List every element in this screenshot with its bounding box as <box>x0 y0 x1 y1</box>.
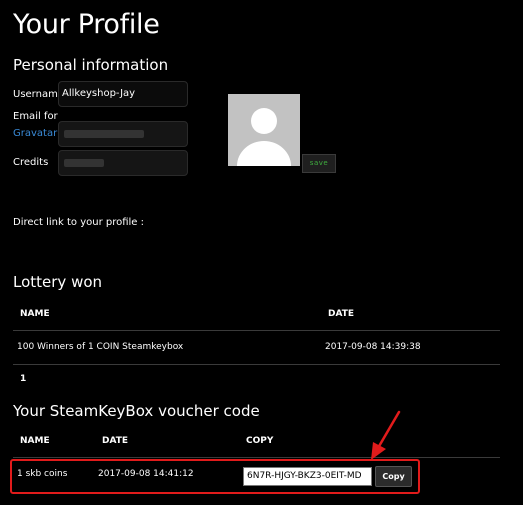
annotation-arrow-icon <box>371 410 401 460</box>
lottery-col-date: DATE <box>328 309 355 319</box>
profile-avatar <box>228 94 300 166</box>
voucher-col-name: NAME <box>20 436 50 446</box>
username-label: Username <box>13 89 64 100</box>
page-title: Your Profile <box>13 9 160 40</box>
save-button[interactable]: save <box>302 154 336 173</box>
lottery-pagination-page[interactable]: 1 <box>20 374 26 384</box>
voucher-header-divider <box>13 457 500 458</box>
lottery-row-divider <box>13 364 500 365</box>
lottery-won-heading: Lottery won <box>13 273 103 291</box>
lottery-row-date: 2017-09-08 14:39:38 <box>325 342 421 352</box>
user-avatar-icon <box>228 94 300 166</box>
username-field[interactable]: Allkeyshop-Jay <box>58 81 188 107</box>
email-label: Email for <box>13 111 58 122</box>
credits-field[interactable] <box>58 150 188 176</box>
gravatar-link[interactable]: Gravatar <box>13 128 57 139</box>
lottery-col-name: NAME <box>20 309 50 319</box>
voucher-col-copy: COPY <box>246 436 274 446</box>
voucher-heading: Your SteamKeyBox voucher code <box>13 402 260 420</box>
lottery-row-name: 100 Winners of 1 COIN Steamkeybox <box>17 342 184 352</box>
personal-information-heading: Personal information <box>13 56 169 74</box>
email-field[interactable] <box>58 121 188 147</box>
direct-link-label: Direct link to your profile : <box>13 217 145 228</box>
voucher-col-date: DATE <box>102 436 129 446</box>
redacted-email <box>64 130 144 138</box>
username-value: Allkeyshop-Jay <box>62 88 136 99</box>
lottery-header-divider <box>13 330 500 331</box>
credits-label: Credits <box>13 157 49 168</box>
redacted-credits <box>64 159 104 167</box>
annotation-highlight-box <box>10 459 420 494</box>
